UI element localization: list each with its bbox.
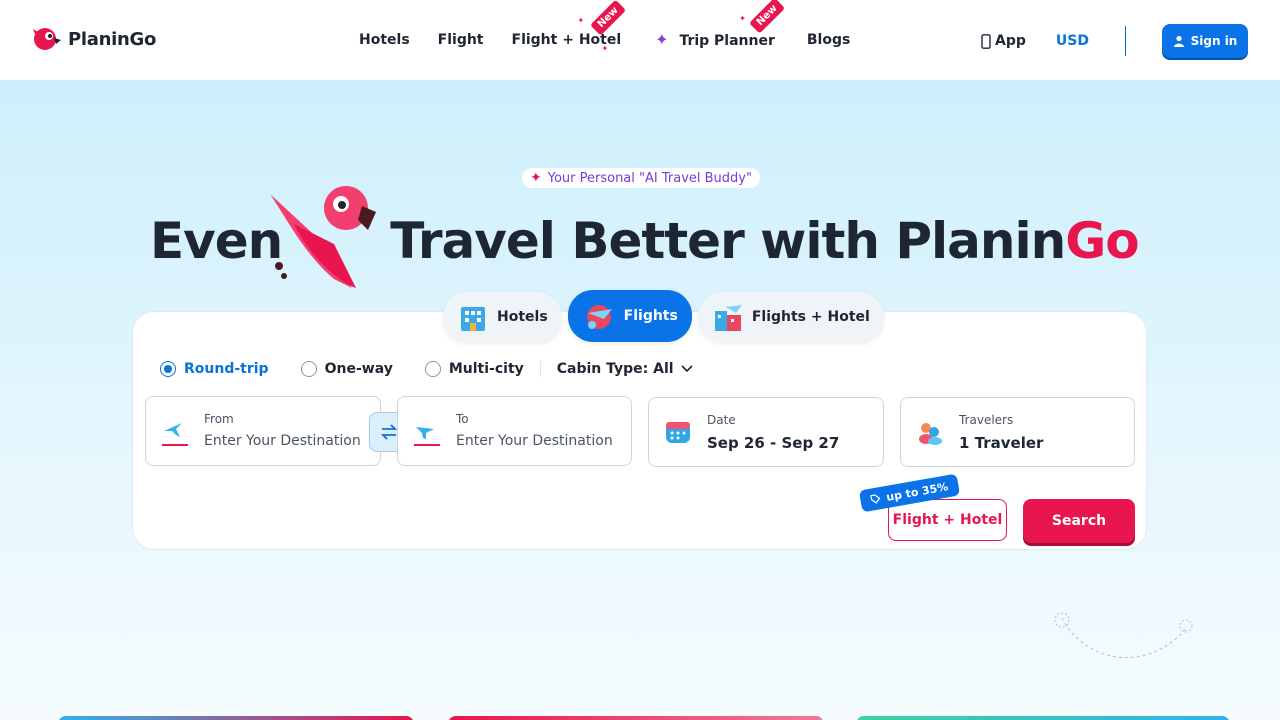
new-badge: New bbox=[749, 0, 786, 34]
headline-accent: Go bbox=[1065, 212, 1139, 270]
from-placeholder: Enter Your Destination bbox=[204, 433, 361, 449]
chevron-down-icon bbox=[681, 365, 693, 373]
card-preview bbox=[448, 716, 824, 720]
date-label: Date bbox=[707, 413, 736, 427]
flight-path-decoration bbox=[1054, 612, 1193, 659]
divider bbox=[1125, 26, 1126, 56]
radio-indicator bbox=[424, 361, 441, 377]
headline-main: Travel Better with Planin bbox=[390, 212, 1066, 270]
travelers-label: Travelers bbox=[959, 413, 1014, 427]
flight-hotel-button[interactable]: Flight + Hotel bbox=[888, 499, 1007, 541]
hotel-building-icon bbox=[461, 307, 485, 331]
calendar-icon bbox=[666, 422, 690, 443]
new-badge: New bbox=[589, 0, 626, 36]
radio-indicator bbox=[300, 361, 317, 377]
tagline-text: Your Personal "AI Travel Buddy" bbox=[547, 170, 752, 186]
search-tabs: Hotels Flights Flights + Hotel bbox=[443, 290, 884, 342]
sparkle-icon: ✦ bbox=[601, 43, 609, 53]
tab-flights-hotel[interactable]: Flights + Hotel bbox=[697, 292, 884, 342]
airplane-globe-icon bbox=[586, 305, 612, 329]
nav-flight[interactable]: Flight bbox=[438, 32, 484, 48]
nav-trip-planner[interactable]: ✦ Trip Planner New ✦ bbox=[655, 0, 786, 49]
ai-buddy-tagline: ✦ Your Personal "AI Travel Buddy" bbox=[522, 168, 760, 188]
radio-indicator bbox=[160, 361, 176, 377]
ai-sparkle-icon: ✦ bbox=[655, 30, 669, 49]
brand-name: PlaninGo bbox=[68, 28, 157, 50]
radio-multi-city[interactable]: Multi-city bbox=[424, 361, 524, 377]
cabin-type-label: Cabin Type: All bbox=[556, 361, 674, 377]
airplane-takeoff-icon bbox=[164, 423, 182, 437]
signin-button[interactable]: Sign in bbox=[1162, 24, 1248, 58]
travelers-icon bbox=[919, 423, 942, 445]
nav-hotels[interactable]: Hotels bbox=[359, 32, 410, 48]
user-icon bbox=[1173, 35, 1184, 47]
radio-round-trip[interactable]: Round-trip bbox=[160, 361, 269, 377]
card-preview bbox=[856, 716, 1230, 720]
date-value: Sep 26 - Sep 27 bbox=[707, 434, 840, 452]
nav-blogs[interactable]: Blogs bbox=[807, 32, 850, 48]
date-field[interactable]: Date Sep 26 - Sep 27 bbox=[648, 397, 884, 467]
radio-multi-city-label: Multi-city bbox=[448, 361, 524, 377]
site-header: PlaninGo Hotels Flight Flight + Hotel Ne… bbox=[0, 0, 1280, 80]
tab-flights[interactable]: Flights bbox=[567, 290, 692, 342]
field-accent-line bbox=[414, 444, 440, 446]
sparkle-icon: ✦ bbox=[577, 15, 585, 25]
tab-flights-hotel-label: Flights + Hotel bbox=[751, 309, 870, 325]
tag-icon bbox=[870, 494, 881, 504]
main-nav: Hotels Flight Flight + Hotel New ✦ ✦ ✦ T… bbox=[359, 0, 850, 53]
flamingo-mascot-icon bbox=[270, 186, 376, 288]
nav-flight-hotel[interactable]: Flight + Hotel New ✦ ✦ bbox=[512, 0, 626, 53]
radio-round-trip-label: Round-trip bbox=[184, 361, 269, 377]
card-preview bbox=[58, 716, 414, 720]
to-label: To bbox=[456, 412, 469, 426]
to-field[interactable]: To Enter Your Destination bbox=[397, 396, 632, 466]
from-label: From bbox=[204, 412, 234, 426]
headline-prefix: Even bbox=[150, 212, 283, 270]
radio-one-way[interactable]: One-way bbox=[300, 361, 393, 377]
sparkle-icon: ✦ bbox=[739, 14, 746, 23]
app-link-label: App bbox=[995, 33, 1026, 49]
from-field[interactable]: From Enter Your Destination bbox=[145, 396, 381, 466]
trip-type-options: Round-trip One-way Multi-city Cabin Type… bbox=[160, 361, 694, 377]
brand-logo[interactable]: PlaninGo bbox=[32, 26, 156, 52]
field-accent-line bbox=[162, 444, 188, 446]
nav-trip-planner-label: Trip Planner bbox=[679, 33, 775, 49]
currency-selector[interactable]: USD bbox=[1056, 33, 1089, 49]
to-placeholder: Enter Your Destination bbox=[456, 433, 613, 449]
flamingo-logo-icon bbox=[33, 28, 61, 50]
radio-one-way-label: One-way bbox=[324, 361, 393, 377]
app-link[interactable]: App bbox=[981, 33, 1026, 49]
travelers-field[interactable]: Travelers 1 Traveler bbox=[900, 397, 1135, 467]
swap-arrows-icon bbox=[380, 424, 398, 440]
signin-label: Sign in bbox=[1190, 34, 1238, 48]
tab-hotels-label: Hotels bbox=[497, 309, 548, 325]
travelers-value: 1 Traveler bbox=[959, 434, 1044, 452]
phone-icon bbox=[981, 33, 991, 49]
tab-flights-label: Flights bbox=[623, 308, 678, 324]
tab-hotels[interactable]: Hotels bbox=[443, 292, 562, 342]
sparkle-icon: ✦ bbox=[530, 170, 542, 186]
flight-hotel-icon bbox=[714, 305, 742, 331]
cabin-type-dropdown[interactable]: Cabin Type: All bbox=[539, 361, 694, 377]
airplane-landing-icon bbox=[416, 427, 434, 439]
search-button[interactable]: Search bbox=[1023, 499, 1135, 543]
header-actions: App USD Sign in bbox=[981, 24, 1248, 58]
